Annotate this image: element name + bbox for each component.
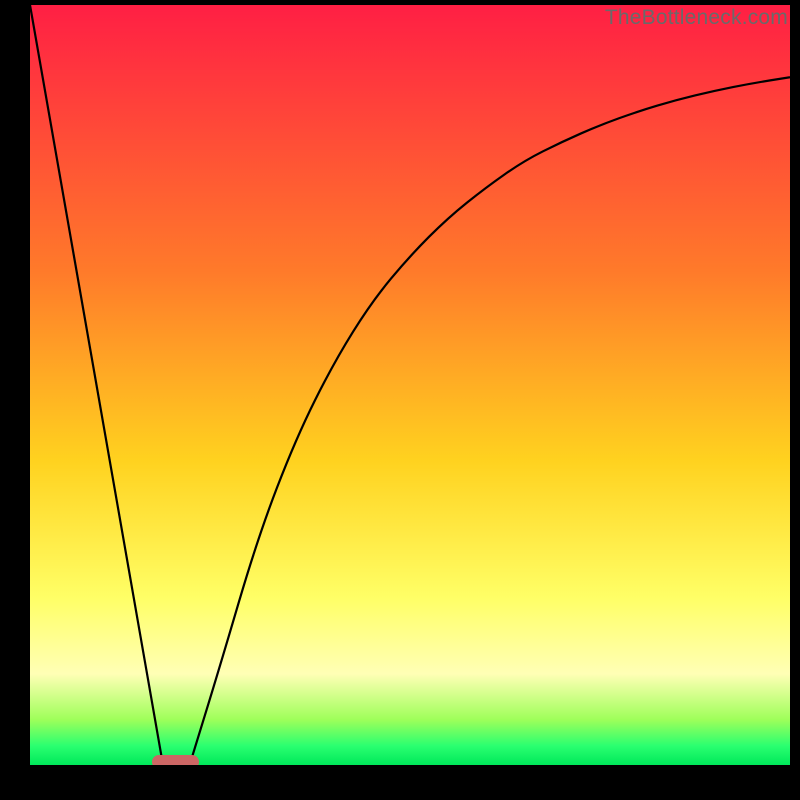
left-line [30,5,163,765]
chart-container: TheBottleneck.com [0,0,800,800]
watermark-text: TheBottleneck.com [605,6,788,30]
right-curve [190,77,790,765]
baseline-marker [152,755,199,765]
plot-area [30,5,790,765]
curve-layer [30,5,790,765]
